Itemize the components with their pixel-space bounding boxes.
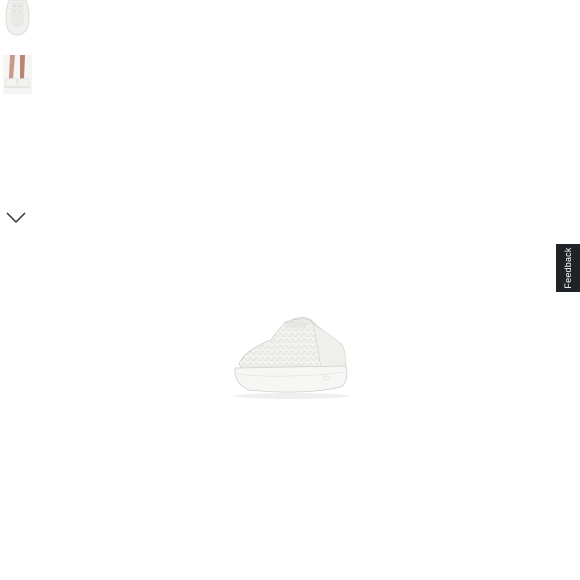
thumbnail-top-view[interactable] — [3, 0, 32, 36]
thumbnail-rail — [0, 0, 40, 240]
shoe-on-foot-image — [3, 55, 32, 94]
chevron-down-icon[interactable] — [6, 211, 26, 224]
sneaker-image — [233, 317, 349, 399]
feedback-label: Feedback — [563, 247, 573, 289]
feedback-button[interactable]: Feedback — [556, 244, 580, 292]
product-gallery: Feedback — [0, 0, 580, 580]
product-main-image — [225, 308, 355, 404]
shoe-top-view-image — [3, 0, 32, 36]
thumbnail-on-foot[interactable] — [3, 55, 32, 94]
